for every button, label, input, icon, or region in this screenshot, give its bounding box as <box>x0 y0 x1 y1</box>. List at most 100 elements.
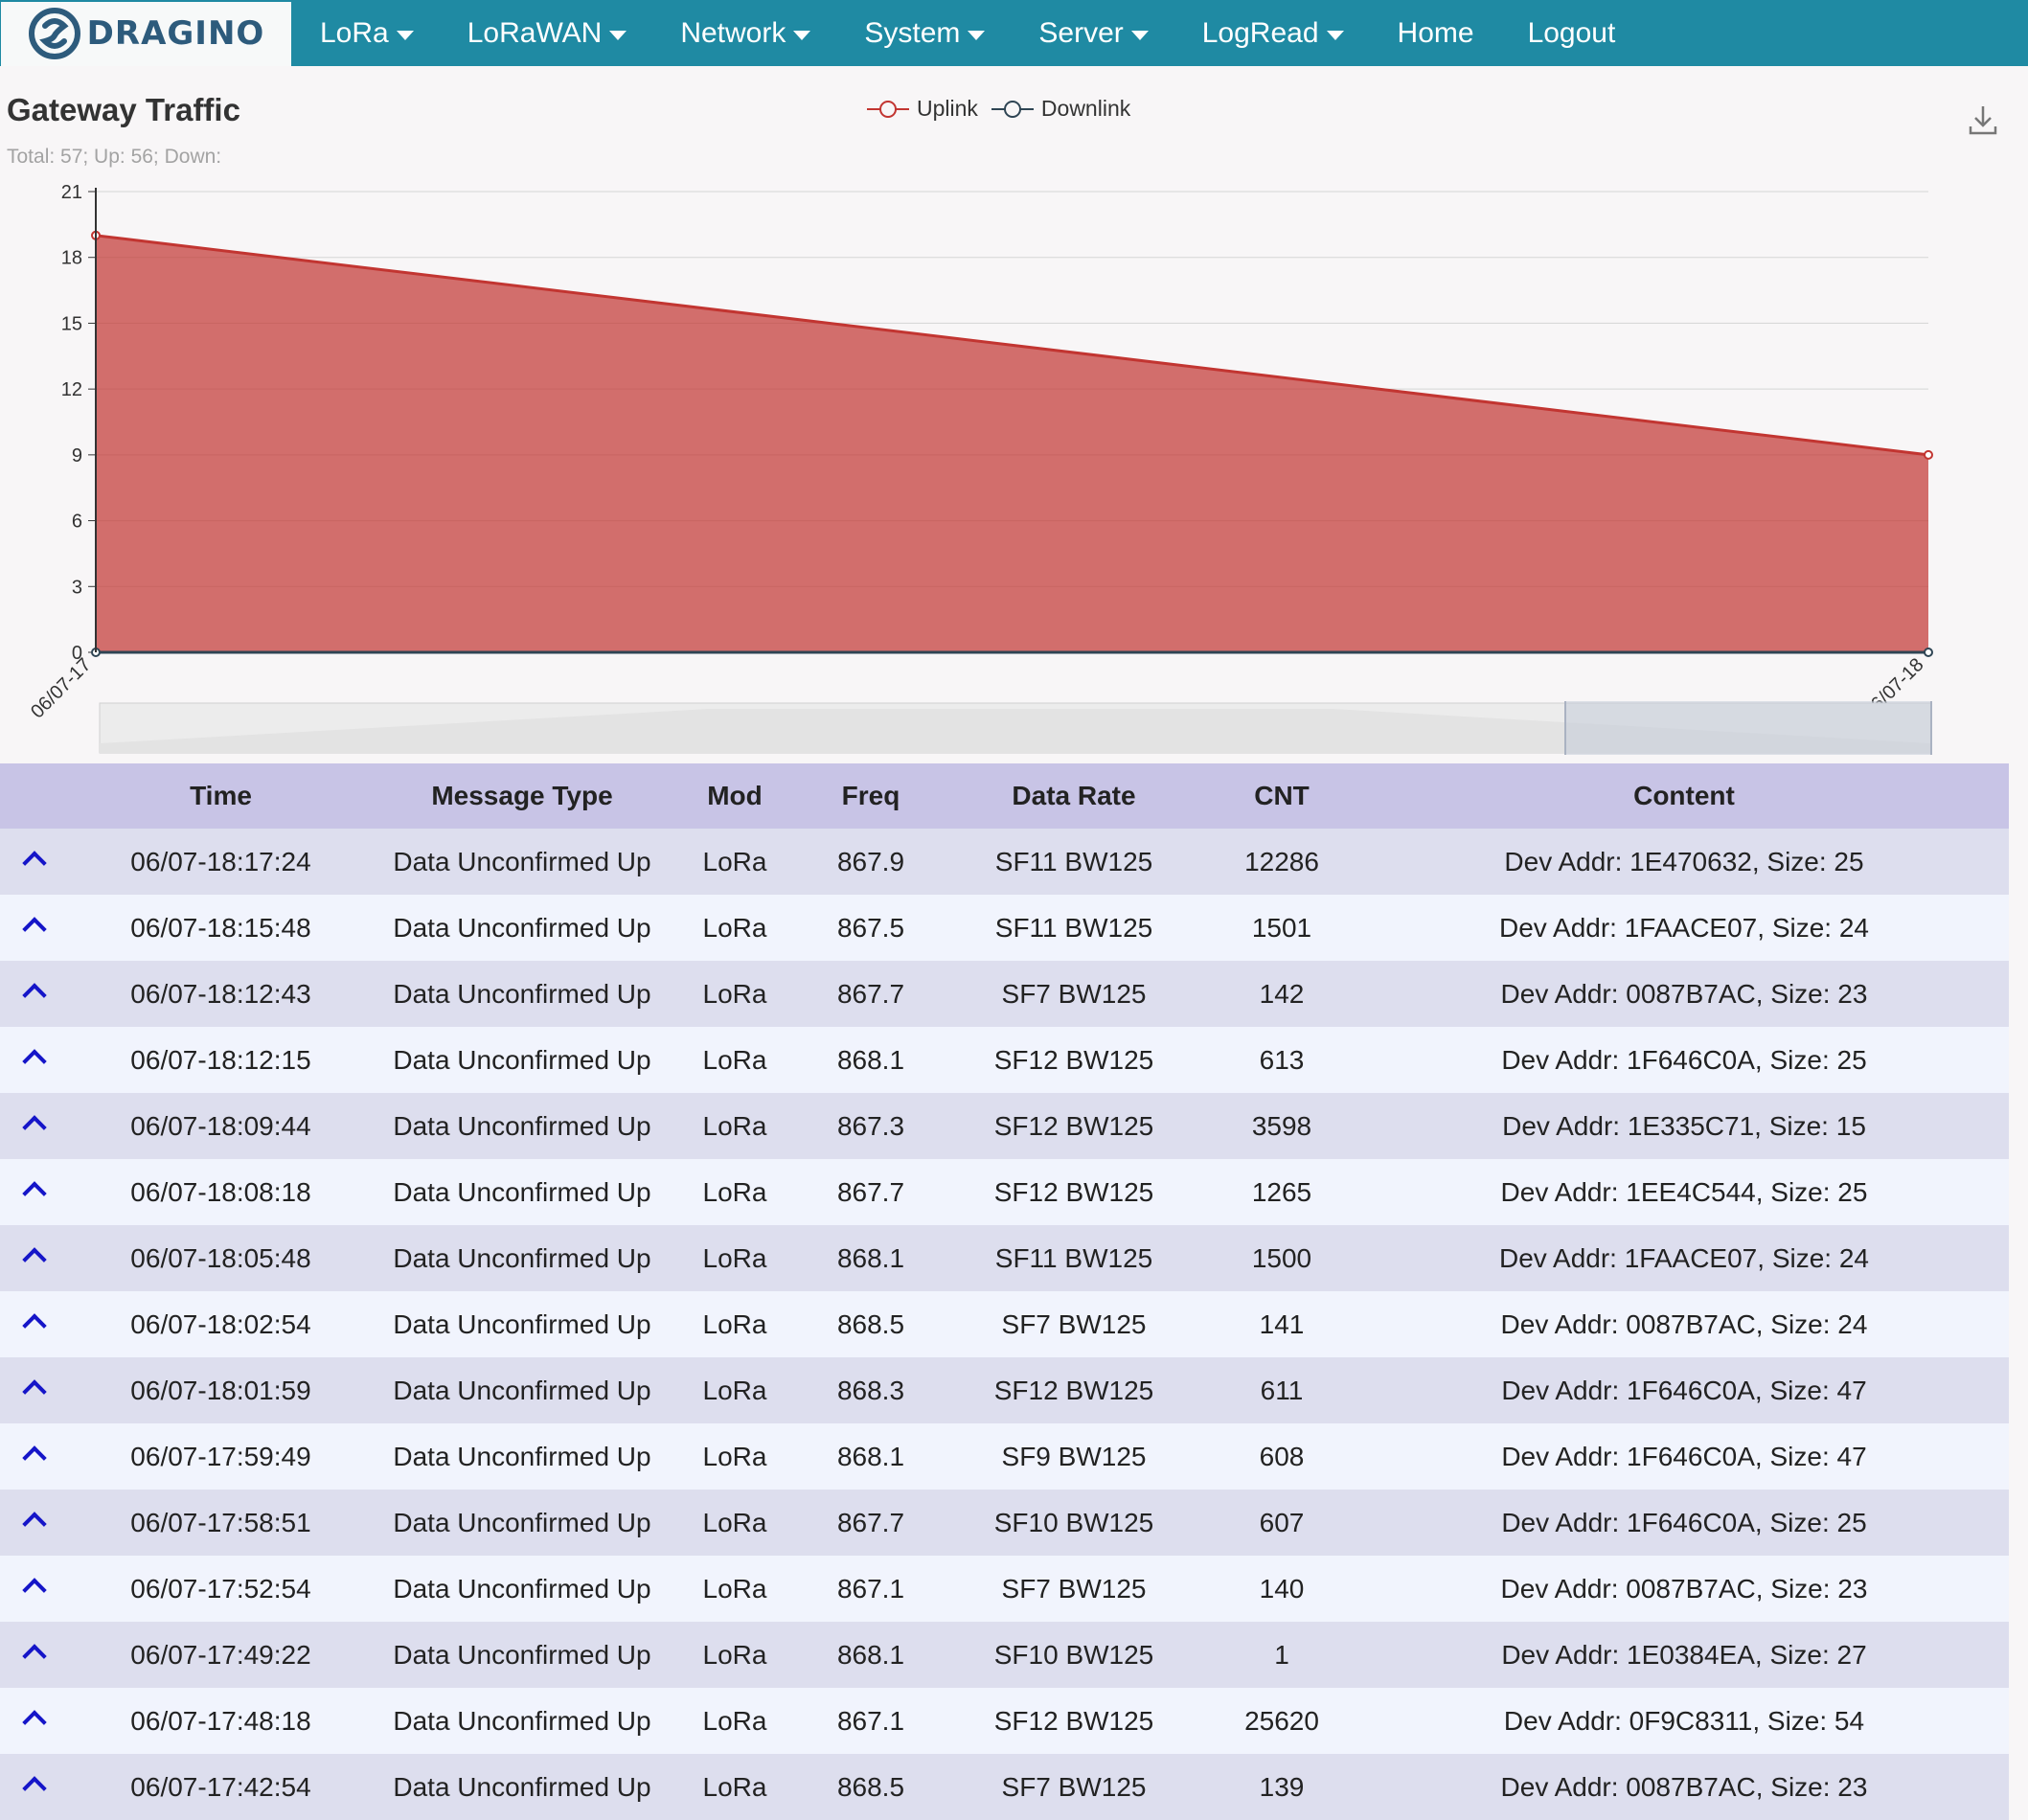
nav-item-label: LogRead <box>1201 16 1319 49</box>
nav-item-logread[interactable]: LogRead <box>1175 0 1371 66</box>
cell-cnt: 608 <box>1204 1423 1359 1490</box>
cell-content: Dev Addr: 0087B7AC, Size: 23 <box>1359 1754 2009 1820</box>
uplink-arrow-icon <box>22 1578 47 1603</box>
table-row[interactable]: 06/07-17:52:54 Data Unconfirmed Up LoRa 867… <box>0 1556 2009 1622</box>
legend-item-uplink[interactable]: Uplink <box>867 96 978 122</box>
cell-cnt: 1500 <box>1204 1225 1359 1291</box>
uplink-arrow-icon <box>22 1049 47 1074</box>
table-row[interactable]: 06/07-18:15:48 Data Unconfirmed Up LoRa 867… <box>0 895 2009 961</box>
row-icon-cell <box>0 1027 69 1093</box>
cell-mod: LoRa <box>672 1423 798 1490</box>
nav-item-system[interactable]: System <box>837 0 1012 66</box>
nav-item-label: System <box>864 16 961 49</box>
cell-data-rate: SF12 BW125 <box>944 1027 1204 1093</box>
cell-content: Dev Addr: 1F646C0A, Size: 47 <box>1359 1423 2009 1490</box>
chart-title: Gateway Traffic <box>7 92 240 127</box>
datazoom-selection[interactable] <box>1565 701 1931 755</box>
uplink-arrow-icon <box>22 1181 47 1206</box>
cell-data-rate: SF7 BW125 <box>944 1556 1204 1622</box>
cell-content: Dev Addr: 1F646C0A, Size: 25 <box>1359 1490 2009 1556</box>
table-row[interactable]: 06/07-18:05:48 Data Unconfirmed Up LoRa 868… <box>0 1225 2009 1291</box>
cell-mod: LoRa <box>672 1490 798 1556</box>
cell-time: 06/07-17:52:54 <box>69 1556 373 1622</box>
table-row[interactable]: 06/07-17:48:18 Data Unconfirmed Up LoRa 867… <box>0 1688 2009 1754</box>
nav-item-label: Server <box>1038 16 1124 49</box>
cell-mod: LoRa <box>672 1027 798 1093</box>
nav-item-lora[interactable]: LoRa <box>293 0 441 66</box>
cell-message-type: Data Unconfirmed Up <box>373 895 672 961</box>
row-icon-cell <box>0 1093 69 1159</box>
table-row[interactable]: 06/07-17:59:49 Data Unconfirmed Up LoRa 868… <box>0 1423 2009 1490</box>
dragino-logo[interactable]: DRAGINO <box>1 1 291 66</box>
table-row[interactable]: 06/07-18:01:59 Data Unconfirmed Up LoRa 868… <box>0 1357 2009 1423</box>
nav-item-network[interactable]: Network <box>653 0 837 66</box>
cell-time: 06/07-17:49:22 <box>69 1622 373 1688</box>
cell-freq: 868.1 <box>798 1423 944 1490</box>
table-row[interactable]: 06/07-18:02:54 Data Unconfirmed Up LoRa 868… <box>0 1291 2009 1357</box>
nav-item-label: Home <box>1397 16 1474 49</box>
cell-time: 06/07-18:08:18 <box>69 1159 373 1225</box>
cell-message-type: Data Unconfirmed Up <box>373 1622 672 1688</box>
cell-freq: 867.1 <box>798 1688 944 1754</box>
logo-text: DRAGINO <box>86 14 265 53</box>
cell-cnt: 139 <box>1204 1754 1359 1820</box>
cell-data-rate: SF7 BW125 <box>944 961 1204 1027</box>
table-row[interactable]: 06/07-17:49:22 Data Unconfirmed Up LoRa 868… <box>0 1622 2009 1688</box>
cell-freq: 868.1 <box>798 1027 944 1093</box>
row-icon-cell <box>0 1556 69 1622</box>
cell-mod: LoRa <box>672 1556 798 1622</box>
y-tick-label: 6 <box>72 512 82 533</box>
cell-content: Dev Addr: 0087B7AC, Size: 24 <box>1359 1291 2009 1357</box>
cell-cnt: 140 <box>1204 1556 1359 1622</box>
nav-item-home[interactable]: Home <box>1371 0 1501 66</box>
cell-message-type: Data Unconfirmed Up <box>373 1159 672 1225</box>
uplink-arrow-icon <box>22 1313 47 1338</box>
nav-item-lorawan[interactable]: LoRaWAN <box>441 0 654 66</box>
cell-cnt: 25620 <box>1204 1688 1359 1754</box>
header-freq: Freq <box>798 763 944 829</box>
table-header-row: Time Message Type Mod Freq Data Rate CNT… <box>0 763 2009 829</box>
table-row[interactable]: 06/07-18:12:43 Data Unconfirmed Up LoRa 867… <box>0 961 2009 1027</box>
caret-down-icon <box>968 30 986 40</box>
cell-cnt: 12286 <box>1204 829 1359 895</box>
row-icon-cell <box>0 1490 69 1556</box>
cell-data-rate: SF7 BW125 <box>944 1754 1204 1820</box>
cell-message-type: Data Unconfirmed Up <box>373 961 672 1027</box>
uplink-arrow-icon <box>22 1247 47 1272</box>
cell-freq: 868.3 <box>798 1357 944 1423</box>
nav-item-server[interactable]: Server <box>1012 0 1174 66</box>
nav-item-label: Logout <box>1527 16 1616 49</box>
row-icon-cell <box>0 895 69 961</box>
cell-time: 06/07-17:42:54 <box>69 1754 373 1820</box>
table-row[interactable]: 06/07-17:42:54 Data Unconfirmed Up LoRa 868… <box>0 1754 2009 1820</box>
caret-down-icon <box>396 30 414 40</box>
header-content: Content <box>1359 763 2009 829</box>
table-row[interactable]: 06/07-17:58:51 Data Unconfirmed Up LoRa 867… <box>0 1490 2009 1556</box>
cell-time: 06/07-18:09:44 <box>69 1093 373 1159</box>
row-icon-cell <box>0 961 69 1027</box>
cell-cnt: 611 <box>1204 1357 1359 1423</box>
download-icon[interactable] <box>1968 103 1998 136</box>
y-tick-label: 15 <box>61 313 82 334</box>
cell-message-type: Data Unconfirmed Up <box>373 1490 672 1556</box>
table-row[interactable]: 06/07-18:17:24 Data Unconfirmed Up LoRa 867… <box>0 829 2009 895</box>
cell-content: Dev Addr: 0F9C8311, Size: 54 <box>1359 1688 2009 1754</box>
legend-item-downlink[interactable]: Downlink <box>991 96 1130 122</box>
cell-message-type: Data Unconfirmed Up <box>373 1291 672 1357</box>
cell-freq: 867.9 <box>798 829 944 895</box>
y-tick-label: 3 <box>72 577 82 598</box>
y-tick-label: 21 <box>61 182 82 203</box>
top-navbar: DRAGINO LoRa LoRaWAN Network System Server Lo… <box>0 0 2028 66</box>
table-row[interactable]: 06/07-18:12:15 Data Unconfirmed Up LoRa 868… <box>0 1027 2009 1093</box>
cell-data-rate: SF10 BW125 <box>944 1622 1204 1688</box>
nav-item-logout[interactable]: Logout <box>1501 0 1643 66</box>
uplink-area <box>96 235 1928 653</box>
cell-time: 06/07-17:59:49 <box>69 1423 373 1490</box>
row-icon-cell <box>0 1622 69 1688</box>
y-tick-label: 9 <box>72 445 82 466</box>
cell-data-rate: SF11 BW125 <box>944 1225 1204 1291</box>
table-row[interactable]: 06/07-18:08:18 Data Unconfirmed Up LoRa 867… <box>0 1159 2009 1225</box>
cell-time: 06/07-18:05:48 <box>69 1225 373 1291</box>
uplink-arrow-icon <box>22 851 47 876</box>
table-row[interactable]: 06/07-18:09:44 Data Unconfirmed Up LoRa 867… <box>0 1093 2009 1159</box>
